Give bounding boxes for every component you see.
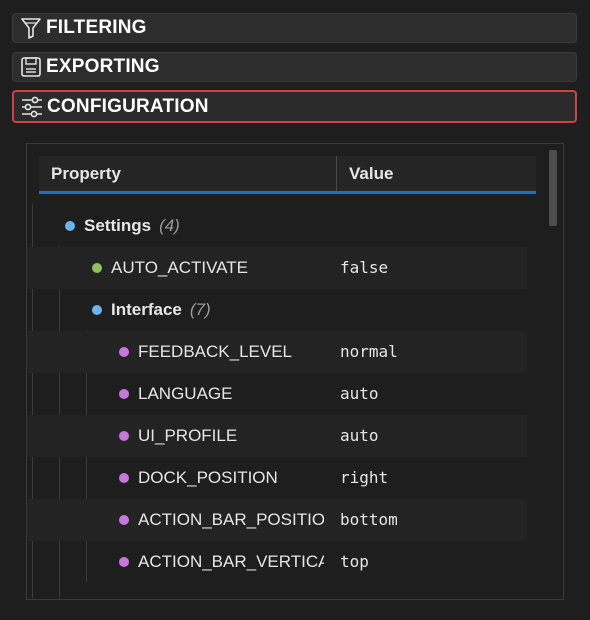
configuration-section-button[interactable]: CONFIGURATION <box>12 90 577 123</box>
property-dot-icon <box>92 263 102 273</box>
property-dot-icon <box>119 557 129 567</box>
tree-row-ui-profile[interactable]: UI_PROFILE auto <box>27 415 527 457</box>
row-name: Interface (7) <box>111 300 211 319</box>
filtering-label: FILTERING <box>46 17 147 38</box>
tree-row-dock-position[interactable]: DOCK_POSITION right <box>27 457 527 499</box>
tree-row-interface[interactable]: Interface (7) <box>27 289 527 331</box>
tree-row-action-bar-position[interactable]: ACTION_BAR_POSITION bottom <box>27 499 527 541</box>
tree-row-action-bar-vertical[interactable]: ACTION_BAR_VERTICAL top <box>27 541 527 583</box>
row-value[interactable]: bottom <box>340 499 398 541</box>
row-name: AUTO_ACTIVATE <box>111 258 248 277</box>
property-column-header[interactable]: Property <box>39 156 337 191</box>
tree-row-settings[interactable]: Settings (4) <box>27 205 527 247</box>
property-dot-icon <box>119 473 129 483</box>
row-name: LANGUAGE <box>138 384 233 403</box>
scrollbar-thumb[interactable] <box>549 150 557 226</box>
row-value[interactable]: normal <box>340 331 398 373</box>
property-dot-icon <box>119 515 129 525</box>
vertical-scrollbar[interactable] <box>549 150 557 590</box>
row-value[interactable]: right <box>340 457 388 499</box>
sliders-icon <box>20 95 44 119</box>
configuration-label: CONFIGURATION <box>47 95 209 117</box>
property-dot-icon <box>119 389 129 399</box>
row-name: Settings (4) <box>84 216 180 235</box>
row-name: UI_PROFILE <box>138 426 238 445</box>
property-dot-icon <box>119 431 129 441</box>
filtering-section-button[interactable]: FILTERING <box>12 13 577 43</box>
row-name: FEEDBACK_LEVEL <box>138 342 293 361</box>
group-dot-icon <box>65 221 75 231</box>
grid-header: Property Value <box>39 156 536 194</box>
value-column-header[interactable]: Value <box>337 164 393 184</box>
filter-icon <box>19 16 43 40</box>
row-name: ACTION_BAR_VERTICAL <box>138 552 324 571</box>
property-dot-icon <box>119 347 129 357</box>
row-value[interactable]: auto <box>340 415 379 457</box>
tree-row-auto-activate[interactable]: AUTO_ACTIVATE false <box>27 247 527 289</box>
row-value[interactable]: false <box>340 247 388 289</box>
save-icon <box>19 55 43 79</box>
row-value[interactable]: auto <box>340 373 379 415</box>
row-name: DOCK_POSITION <box>138 468 278 487</box>
property-grid-panel: Property Value Settings (4) AUTO_ACTIVATE… <box>26 143 564 600</box>
group-dot-icon <box>92 305 102 315</box>
row-count: (4) <box>159 216 180 235</box>
exporting-label: EXPORTING <box>46 56 160 77</box>
row-name: ACTION_BAR_POSITION <box>138 510 324 529</box>
row-count: (7) <box>189 300 211 319</box>
tree-row-feedback-level[interactable]: FEEDBACK_LEVEL normal <box>27 331 527 373</box>
row-value[interactable]: top <box>340 541 369 583</box>
tree-row-language[interactable]: LANGUAGE auto <box>27 373 527 415</box>
exporting-section-button[interactable]: EXPORTING <box>12 52 577 82</box>
